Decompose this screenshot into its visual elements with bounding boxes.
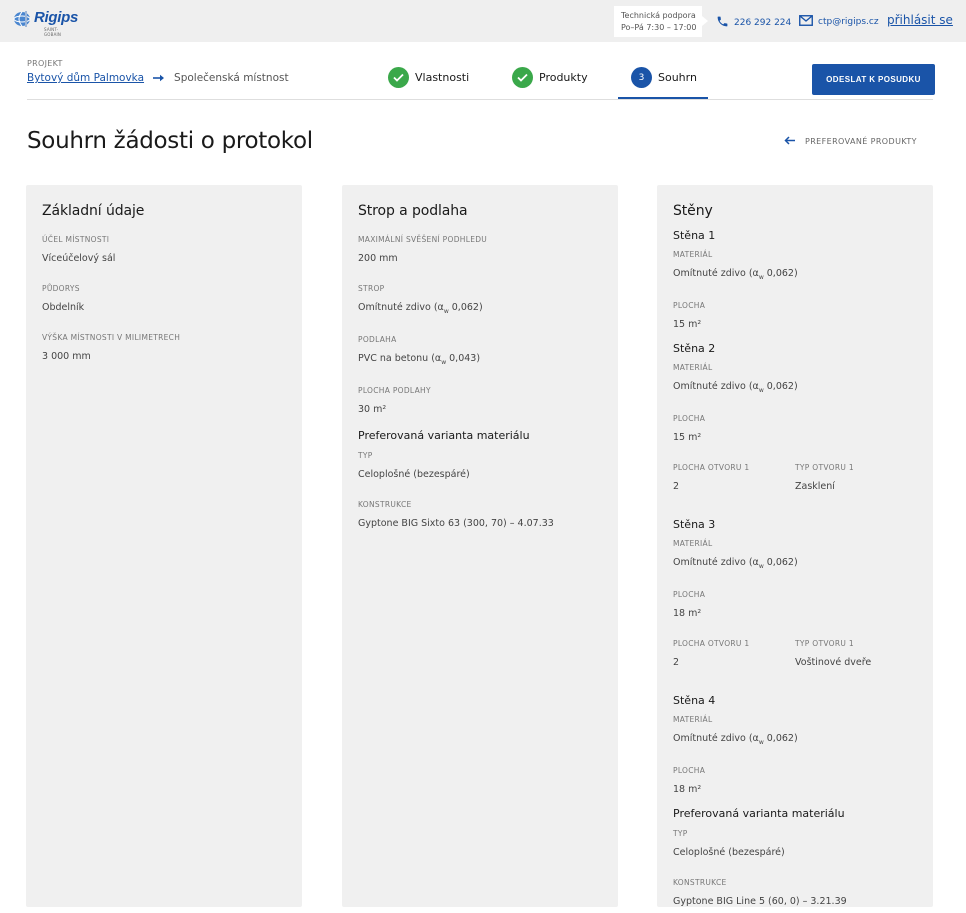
field-label: KONSTRUKCE — [358, 499, 412, 509]
field-label: PLOCHA — [673, 589, 706, 599]
floor-material-value: PVC na betonu (αw 0,043) — [358, 352, 481, 366]
opening-area-value: 2 — [673, 480, 680, 492]
panel-title: Strop a podlaha — [358, 203, 468, 219]
wall-title: Stěna 2 — [673, 341, 716, 355]
ceiling-floor-panel: Strop a podlaha MAXIMÁLNÍ SVĚŠENÍ PODHLE… — [342, 185, 618, 907]
phone-icon — [716, 15, 729, 31]
breadcrumb: Bytový dům Palmovka Společenská místnost — [27, 72, 289, 84]
step-souhrn[interactable]: 3 Souhrn — [631, 67, 697, 88]
breadcrumb-room: Společenská místnost — [174, 72, 289, 84]
preferred-variant-title: Preferovaná varianta materiálu — [673, 806, 845, 820]
opening-row: PLOCHA OTVORU 1 2 TYP OTVORU 1 Voštinové… — [673, 639, 917, 688]
wall-area-value: 15 m² — [673, 431, 702, 443]
step-label: Produkty — [539, 71, 588, 84]
field-label: PŮDORYS — [42, 284, 80, 293]
ceiling-drop-value: 200 mm — [358, 253, 398, 264]
check-icon — [512, 67, 533, 88]
wall-area-value: 18 m² — [673, 607, 702, 619]
wall-title: Stěna 1 — [673, 229, 716, 242]
arrow-left-icon — [784, 136, 796, 147]
opening-type-value: Zasklení — [795, 480, 835, 492]
panel-title: Stěny — [673, 203, 713, 219]
step-vlastnosti[interactable]: Vlastnosti — [388, 67, 469, 88]
field-label: KONSTRUKCE — [673, 877, 727, 887]
wall-material-value: Omítnuté zdivo (αw 0,062) — [673, 732, 798, 746]
breadcrumb-project-link[interactable]: Bytový dům Palmovka — [27, 72, 144, 84]
floor-area-value: 30 m² — [358, 403, 387, 415]
field-label: PLOCHA — [673, 413, 706, 423]
field-label: PODLAHA — [358, 334, 397, 344]
field-label: PLOCHA OTVORU 1 — [673, 462, 750, 472]
top-bar: Rigips SAINT-GOBAIN Technická podpora Po… — [0, 0, 966, 42]
support-box: Technická podpora Po–Pá 7:30 – 17:00 — [614, 6, 708, 37]
variant-type-value: Celoplošné (bezespáré) — [358, 468, 470, 480]
header-divider — [27, 99, 933, 100]
room-height-value: 3 000 mm — [42, 351, 91, 362]
opening-area-value: 2 — [673, 656, 680, 668]
back-link-label: PREFEROVANÉ PRODUKTY — [805, 137, 917, 146]
construction-value: Gyptone BIG Sixto 63 (300, 70) – 4.07.33 — [358, 517, 554, 529]
wall-material-value: Omítnuté zdivo (αw 0,062) — [673, 268, 798, 281]
field-label: TYP OTVORU 1 — [795, 638, 854, 648]
step-label: Vlastnosti — [415, 71, 470, 84]
construction-value: Gyptone BIG Line 5 (60, 0) – 3.21.39 — [673, 895, 847, 907]
field-label: PLOCHA — [673, 300, 706, 310]
field-label: MATERIÁL — [673, 538, 713, 548]
field-label: TYP OTVORU 1 — [795, 462, 854, 472]
field-label: MATERIÁL — [673, 250, 713, 259]
field-label: TYP — [358, 450, 373, 460]
globe-logo-icon — [13, 11, 31, 27]
wall-material-value: Omítnuté zdivo (αw 0,062) — [673, 380, 798, 394]
field-label: STROP — [358, 284, 385, 293]
floor-plan-value: Obdelník — [42, 302, 85, 313]
wall-area-value: 18 m² — [673, 783, 702, 795]
wall-title: Stěna 3 — [673, 517, 716, 531]
field-label: PLOCHA PODLAHY — [358, 385, 431, 395]
mail-icon — [799, 15, 813, 29]
field-label: MAXIMÁLNÍ SVĚŠENÍ PODHLEDU — [358, 235, 488, 244]
support-title: Technická podpora — [621, 11, 696, 20]
step-label: Souhrn — [658, 71, 697, 84]
login-link[interactable]: přihlásit se — [887, 13, 953, 27]
arrow-right-icon — [153, 74, 165, 82]
email-address: ctp@rigips.cz — [818, 17, 879, 27]
stepper: Vlastnosti Produkty 3 Souhrn — [388, 67, 718, 99]
brand-name: Rigips — [34, 9, 79, 26]
field-label: MATERIÁL — [673, 714, 713, 724]
step-produkty[interactable]: Produkty — [512, 67, 588, 88]
opening-type-value: Voštinové dveře — [795, 656, 872, 668]
check-icon — [388, 67, 409, 88]
email-link[interactable]: ctp@rigips.cz — [799, 15, 879, 29]
field-label: PLOCHA OTVORU 1 — [673, 638, 750, 648]
phone-number: 226 292 224 — [734, 18, 792, 28]
support-hours: Po–Pá 7:30 – 17:00 — [621, 23, 697, 32]
page-title: Souhrn žádosti o protokol — [27, 128, 313, 154]
field-label: VÝŠKA MÍSTNOSTI V MILIMETRECH — [42, 333, 181, 342]
variant-type-value: Celoplošné (bezespáré) — [673, 846, 785, 858]
field-label: PLOCHA — [673, 765, 706, 775]
field-label: MATERIÁL — [673, 362, 713, 372]
ceiling-material-value: Omítnuté zdivo (αw 0,062) — [358, 302, 483, 315]
opening-row: PLOCHA OTVORU 1 2 TYP OTVORU 1 Zasklení — [673, 463, 917, 512]
field-label: ÚČEL MÍSTNOSTI — [42, 235, 110, 244]
basic-info-panel: Základní údaje ÚČEL MÍSTNOSTI Víceúčelov… — [26, 185, 302, 907]
wall-title: Stěna 4 — [673, 693, 716, 707]
project-label: PROJEKT — [27, 59, 63, 68]
wall-material-value: Omítnuté zdivo (αw 0,062) — [673, 556, 798, 570]
step-number: 3 — [631, 67, 652, 88]
brand-sub: SAINT-GOBAIN — [44, 27, 62, 37]
rigips-logo[interactable]: Rigips SAINT-GOBAIN — [12, 8, 78, 37]
room-purpose-value: Víceúčelový sál — [42, 253, 116, 264]
panel-title: Základní údaje — [42, 203, 145, 219]
field-label: TYP — [673, 828, 688, 838]
wall-area-value: 15 m² — [673, 318, 702, 330]
phone-link[interactable]: 226 292 224 — [716, 15, 791, 31]
preferred-products-back-link[interactable]: PREFEROVANÉ PRODUKTY — [784, 136, 917, 147]
preferred-variant-title: Preferovaná varianta materiálu — [358, 428, 530, 442]
send-for-review-button[interactable]: ODESLAT K POSUDKU — [812, 64, 935, 95]
walls-panel: Stěny Stěna 1 MATERIÁL Omítnuté zdivo (α… — [657, 185, 933, 907]
